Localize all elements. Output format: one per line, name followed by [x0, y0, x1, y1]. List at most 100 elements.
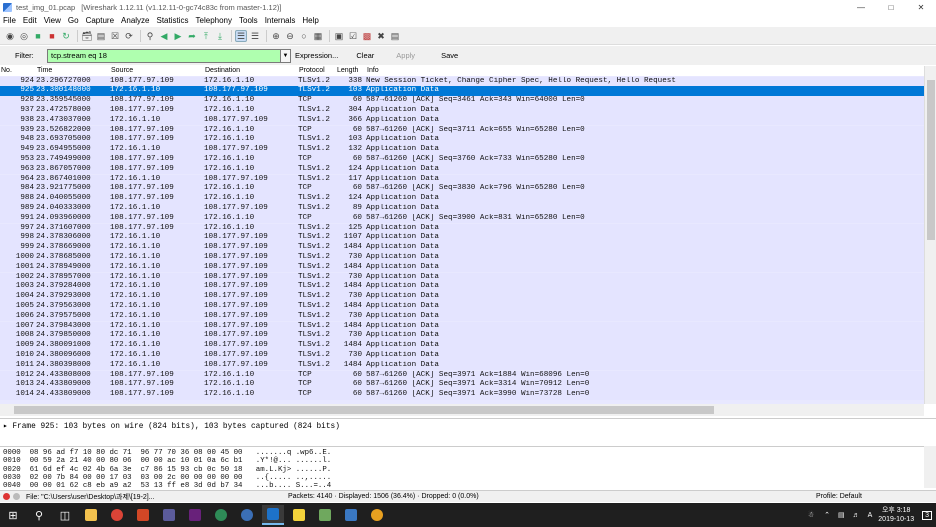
colorize-icon[interactable]: ☰	[235, 29, 247, 42]
options-icon[interactable]: ◎	[18, 30, 30, 42]
column-header-protocol[interactable]: Protocol	[298, 66, 338, 76]
packet-row[interactable]: 939 23.526822000 108.177.97.109 172.16.1.10…	[0, 125, 924, 136]
column-header-destination[interactable]: Destination	[204, 66, 296, 76]
packet-list-vscroll[interactable]	[924, 66, 936, 404]
menu-help[interactable]: Help	[302, 16, 318, 25]
task-view-icon[interactable]: ◫	[54, 505, 76, 525]
app-icon[interactable]	[314, 505, 336, 525]
app-icon[interactable]	[210, 505, 232, 525]
packet-row[interactable]: 949 23.694955000 172.16.1.10 108.177.97.109…	[0, 145, 924, 155]
packet-row[interactable]: 1001 24.378949000 172.16.1.10 108.177.97.10…	[0, 262, 924, 273]
hex-dump-line[interactable]: 0020 61 6d ef 4c 02 4b 6a 3e c7 86 15 93…	[3, 466, 331, 474]
people-icon[interactable]: ☃	[808, 511, 814, 519]
scroll-thumb[interactable]	[14, 406, 714, 414]
volume-icon[interactable]: ♬	[853, 512, 860, 519]
packet-row[interactable]: 1005 24.379563000 172.16.1.10 108.177.97.10…	[0, 301, 924, 312]
autoscroll-icon[interactable]: ☰	[249, 30, 261, 42]
packet-row[interactable]: 984 23.921775000 108.177.97.109 172.16.1.10…	[0, 184, 924, 195]
menu-analyze[interactable]: Analyze	[121, 16, 149, 25]
chrome-icon[interactable]	[106, 505, 128, 525]
packet-row[interactable]: 997 24.371607000 108.177.97.109 172.16.1.10…	[0, 223, 924, 234]
capture-comment-icon[interactable]	[13, 493, 20, 500]
go-to-packet-icon[interactable]: ➦	[186, 30, 198, 42]
packet-row-selected[interactable]: 925 23.300148000 172.16.1.10 108.177.97.109…	[0, 86, 924, 97]
packet-row[interactable]: 953 23.749499000 108.177.97.109 172.16.1.10…	[0, 154, 924, 165]
menu-internals[interactable]: Internals	[265, 16, 296, 25]
packet-row[interactable]: 964 23.867401000 172.16.1.10 108.177.97.109…	[0, 174, 924, 185]
packet-row[interactable]: 924 23.296727000 108.177.97.109 172.16.1.10…	[0, 76, 924, 87]
expression-button[interactable]: Expression...	[295, 51, 338, 60]
close-file-icon[interactable]: ☒	[109, 30, 121, 42]
clock[interactable]: 오후 3:18 2019-10-13	[878, 506, 914, 524]
packet-row[interactable]: 1008 24.379850000 172.16.1.10 108.177.97.10…	[0, 331, 924, 342]
visual-studio-icon[interactable]	[184, 505, 206, 525]
maximize-button[interactable]: □	[876, 0, 906, 14]
open-file-icon[interactable]: 🗃	[81, 30, 93, 42]
display-filter-input[interactable]: tcp.stream eq 18	[47, 48, 281, 63]
apply-button[interactable]: Apply	[396, 51, 415, 60]
menu-statistics[interactable]: Statistics	[157, 16, 189, 25]
packet-row[interactable]: 1003 24.379284000 172.16.1.10 108.177.97.10…	[0, 282, 924, 293]
go-back-icon[interactable]: ◀	[158, 30, 170, 42]
sticky-notes-icon[interactable]	[288, 505, 310, 525]
menu-telephony[interactable]: Telephony	[196, 16, 232, 25]
packet-row[interactable]: 1002 24.378957000 172.16.1.10 108.177.97.10…	[0, 272, 924, 283]
go-forward-icon[interactable]: ▶	[172, 30, 184, 42]
display-filters-icon[interactable]: ☑	[347, 30, 359, 42]
packet-row[interactable]: 937 23.472578000 108.177.97.109 172.16.1.10…	[0, 105, 924, 116]
zoom-normal-icon[interactable]: ○	[298, 30, 310, 42]
app-icon[interactable]	[366, 505, 388, 525]
packet-row[interactable]: 1012 24.433808000 108.177.97.109 172.16.1.1…	[0, 370, 924, 381]
packet-row[interactable]: 991 24.093960000 108.177.97.109 172.16.1.10…	[0, 213, 924, 224]
expert-info-icon[interactable]	[3, 493, 10, 500]
last-packet-icon[interactable]: ⤓	[214, 30, 226, 42]
help-icon[interactable]: ▤	[389, 30, 401, 42]
scroll-thumb[interactable]	[927, 80, 935, 240]
coloring-rules-icon[interactable]: ▩	[361, 30, 373, 42]
column-header-length[interactable]: Length	[336, 66, 364, 76]
save-filter-button[interactable]: Save	[441, 51, 458, 60]
zoom-in-icon[interactable]: ⊕	[270, 30, 282, 42]
column-header-time[interactable]: Time	[36, 66, 106, 76]
column-header-no[interactable]: No.	[0, 66, 34, 76]
packet-row[interactable]: 1009 24.380091000 172.16.1.10 108.177.97.10…	[0, 341, 924, 351]
interfaces-icon[interactable]: ◉	[4, 30, 16, 42]
app-icon[interactable]	[236, 505, 258, 525]
column-header-source[interactable]: Source	[110, 66, 202, 76]
packet-row[interactable]: 998 24.378306000 172.16.1.10 108.177.97.109…	[0, 233, 924, 244]
close-button[interactable]: ✕	[906, 0, 936, 14]
powerpoint-icon[interactable]	[132, 505, 154, 525]
search-icon[interactable]: ⚲	[28, 505, 50, 525]
packet-row[interactable]: 963 23.867057000 108.177.97.109 172.16.1.10…	[0, 164, 924, 175]
column-header-info[interactable]: Info	[366, 66, 766, 76]
hex-dump-line[interactable]: 0030 02 00 7b 84 00 00 17 03 03 00 2c 00…	[3, 474, 331, 482]
clear-button[interactable]: Clear	[356, 51, 374, 60]
packet-row[interactable]: 1000 24.378685000 172.16.1.10 108.177.97.10…	[0, 252, 924, 263]
minimize-button[interactable]: —	[846, 0, 876, 14]
packet-row[interactable]: 1014 24.433809000 108.177.97.109 172.16.1.1…	[0, 390, 924, 400]
stop-capture-icon[interactable]: ■	[46, 30, 58, 42]
file-explorer-icon[interactable]	[80, 505, 102, 525]
app-icon[interactable]	[158, 505, 180, 525]
save-file-icon[interactable]: ▤	[95, 30, 107, 42]
capture-filters-icon[interactable]: ▣	[333, 30, 345, 42]
start-windows-icon[interactable]: ⊞	[2, 505, 24, 525]
packet-row[interactable]: 1013 24.433809000 108.177.97.109 172.16.1.1…	[0, 380, 924, 391]
app-icon[interactable]	[340, 505, 362, 525]
hex-dump-line[interactable]: 0040 00 00 01 62 c8 eb a9 a2 53 13 ff e8…	[3, 482, 331, 488]
packet-row[interactable]: 1006 24.379575000 172.16.1.10 108.177.97.10…	[0, 311, 924, 322]
filter-dropdown-chevron-icon[interactable]: ▼	[281, 48, 291, 63]
packet-row[interactable]: 948 23.693705000 108.177.97.109 172.16.1.10…	[0, 135, 924, 146]
preferences-icon[interactable]: ✖	[375, 30, 387, 42]
menu-file[interactable]: File	[3, 16, 16, 25]
packet-row[interactable]: 999 24.378669000 172.16.1.10 108.177.97.109…	[0, 243, 924, 253]
zoom-out-icon[interactable]: ⊖	[284, 30, 296, 42]
input-language[interactable]: A	[868, 512, 873, 519]
restart-capture-icon[interactable]: ↻	[60, 30, 72, 42]
reload-icon[interactable]: ⟳	[123, 30, 135, 42]
start-capture-icon[interactable]: ■	[32, 30, 44, 42]
menu-view[interactable]: View	[44, 16, 61, 25]
menu-tools[interactable]: Tools	[239, 16, 258, 25]
expand-arrow-icon[interactable]: ▸	[3, 423, 12, 431]
packet-row[interactable]: 1004 24.379293000 172.16.1.10 108.177.97.10…	[0, 292, 924, 302]
